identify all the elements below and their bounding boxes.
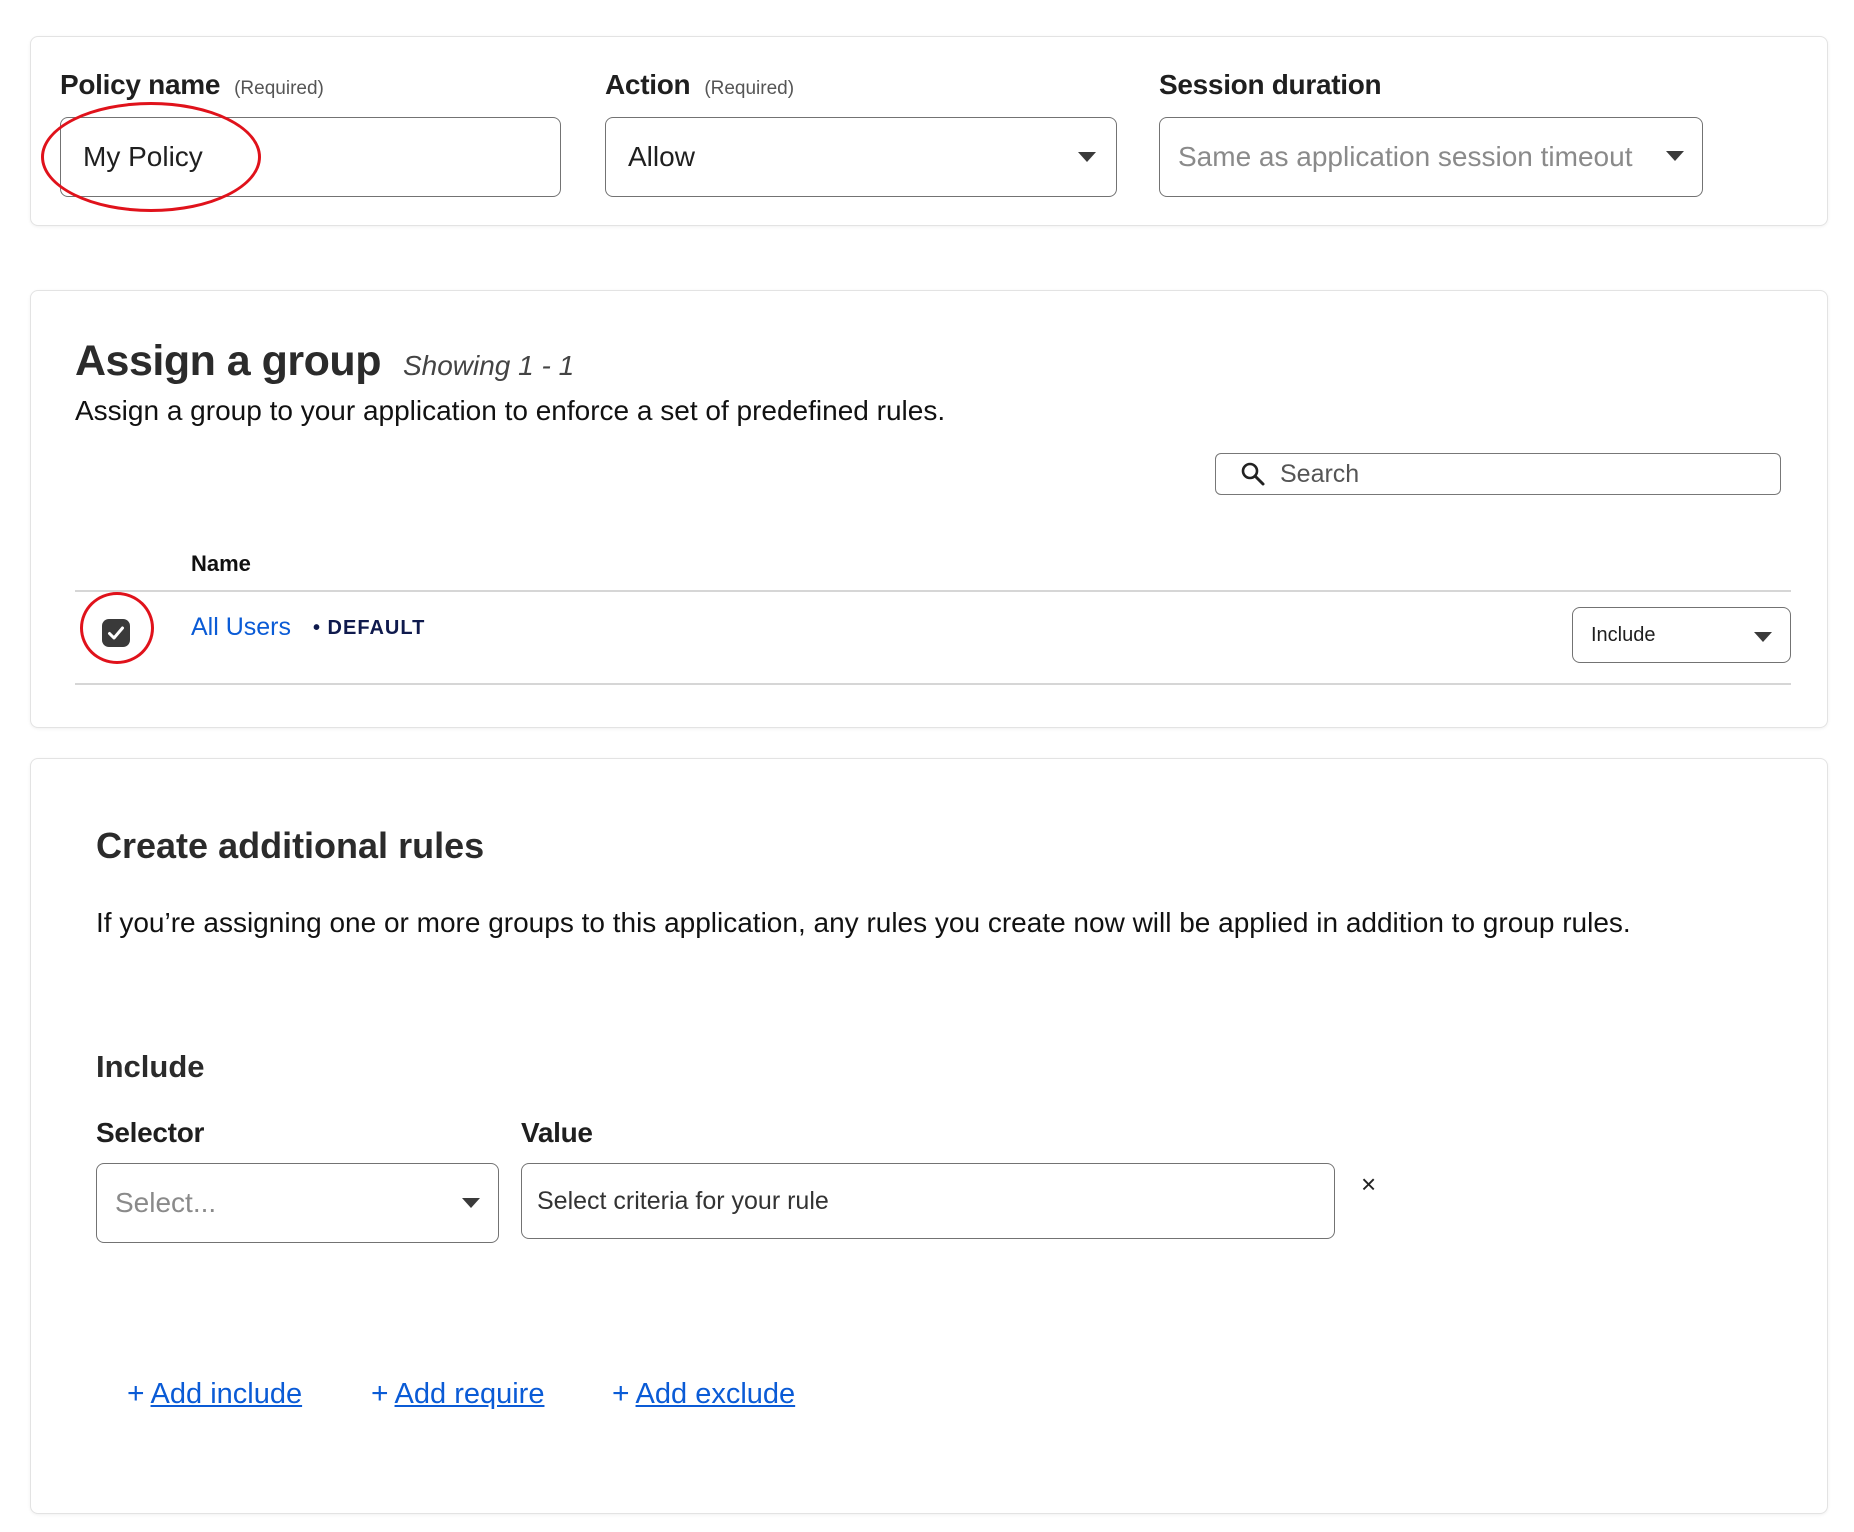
selector-placeholder: Select... <box>115 1187 217 1218</box>
chevron-down-icon <box>1078 152 1096 162</box>
policy-name-label: Policy name (Required) <box>60 69 324 101</box>
rules-section-title: Create additional rules <box>96 825 485 866</box>
column-header-name: Name <box>191 551 251 576</box>
action-selected-value: Allow <box>628 141 695 172</box>
value-label: Value <box>521 1117 593 1148</box>
remove-rule-close-icon[interactable]: × <box>1361 1169 1376 1200</box>
additional-rules-card: Create additional rules If you’re assign… <box>30 758 1828 1514</box>
add-exclude-link[interactable]: + Add exclude <box>612 1377 795 1411</box>
action-required-hint: (Required) <box>704 78 795 99</box>
table-row: All Users • DEFAULT Include <box>75 591 1791 683</box>
add-include-label: Add include <box>150 1377 303 1410</box>
policy-settings-card: Policy name (Required) My Policy Action (R… <box>30 36 1828 226</box>
group-mode-value: Include <box>1591 623 1656 646</box>
group-row-checkbox[interactable] <box>102 619 130 647</box>
session-duration-placeholder: Same as application session timeout <box>1178 141 1633 172</box>
group-title-row: Assign a group Showing 1 - 1 <box>75 337 574 386</box>
action-label: Action (Required) <box>605 69 794 101</box>
add-require-link[interactable]: + Add require <box>371 1377 544 1411</box>
value-placeholder: Select criteria for your rule <box>537 1186 829 1215</box>
session-duration-select[interactable]: Same as application session timeout <box>1159 117 1703 197</box>
session-duration-label: Session duration <box>1159 69 1382 101</box>
assign-group-card: Assign a group Showing 1 - 1 Assign a gr… <box>30 290 1828 728</box>
group-link-all-users[interactable]: All Users <box>191 613 291 642</box>
rules-description: If you’re assigning one or more groups t… <box>96 907 1631 938</box>
chevron-down-icon <box>462 1198 480 1208</box>
add-require-label: Add require <box>394 1377 545 1410</box>
plus-icon: + <box>127 1377 145 1410</box>
default-badge: • DEFAULT <box>313 617 426 639</box>
value-input[interactable]: Select criteria for your rule <box>521 1163 1335 1239</box>
action-label-text: Action <box>605 69 691 100</box>
plus-icon: + <box>612 1377 630 1410</box>
policy-name-required-hint: (Required) <box>234 78 324 99</box>
include-heading: Include <box>96 1049 205 1084</box>
search-icon <box>1241 462 1265 486</box>
add-include-link[interactable]: + Add include <box>127 1377 302 1411</box>
selector-select[interactable]: Select... <box>96 1163 499 1243</box>
action-select[interactable]: Allow <box>605 117 1117 197</box>
session-duration-label-text: Session duration <box>1159 69 1382 100</box>
plus-icon: + <box>371 1377 389 1410</box>
group-description: Assign a group to your application to en… <box>75 395 946 426</box>
group-showing-count: Showing 1 - 1 <box>402 350 575 381</box>
add-exclude-label: Add exclude <box>635 1377 796 1410</box>
group-search-box[interactable] <box>1215 453 1781 495</box>
selector-label: Selector <box>96 1117 205 1148</box>
policy-name-value: My Policy <box>83 141 203 172</box>
group-mode-select[interactable]: Include <box>1572 607 1791 663</box>
checkmark-icon <box>108 626 124 640</box>
policy-name-label-text: Policy name <box>60 69 221 100</box>
policy-name-input[interactable]: My Policy <box>60 117 561 197</box>
table-row-divider <box>75 683 1791 685</box>
chevron-down-icon <box>1754 632 1772 642</box>
group-section-title: Assign a group <box>75 337 381 385</box>
search-input[interactable] <box>1280 459 1760 489</box>
chevron-down-icon <box>1666 151 1684 161</box>
